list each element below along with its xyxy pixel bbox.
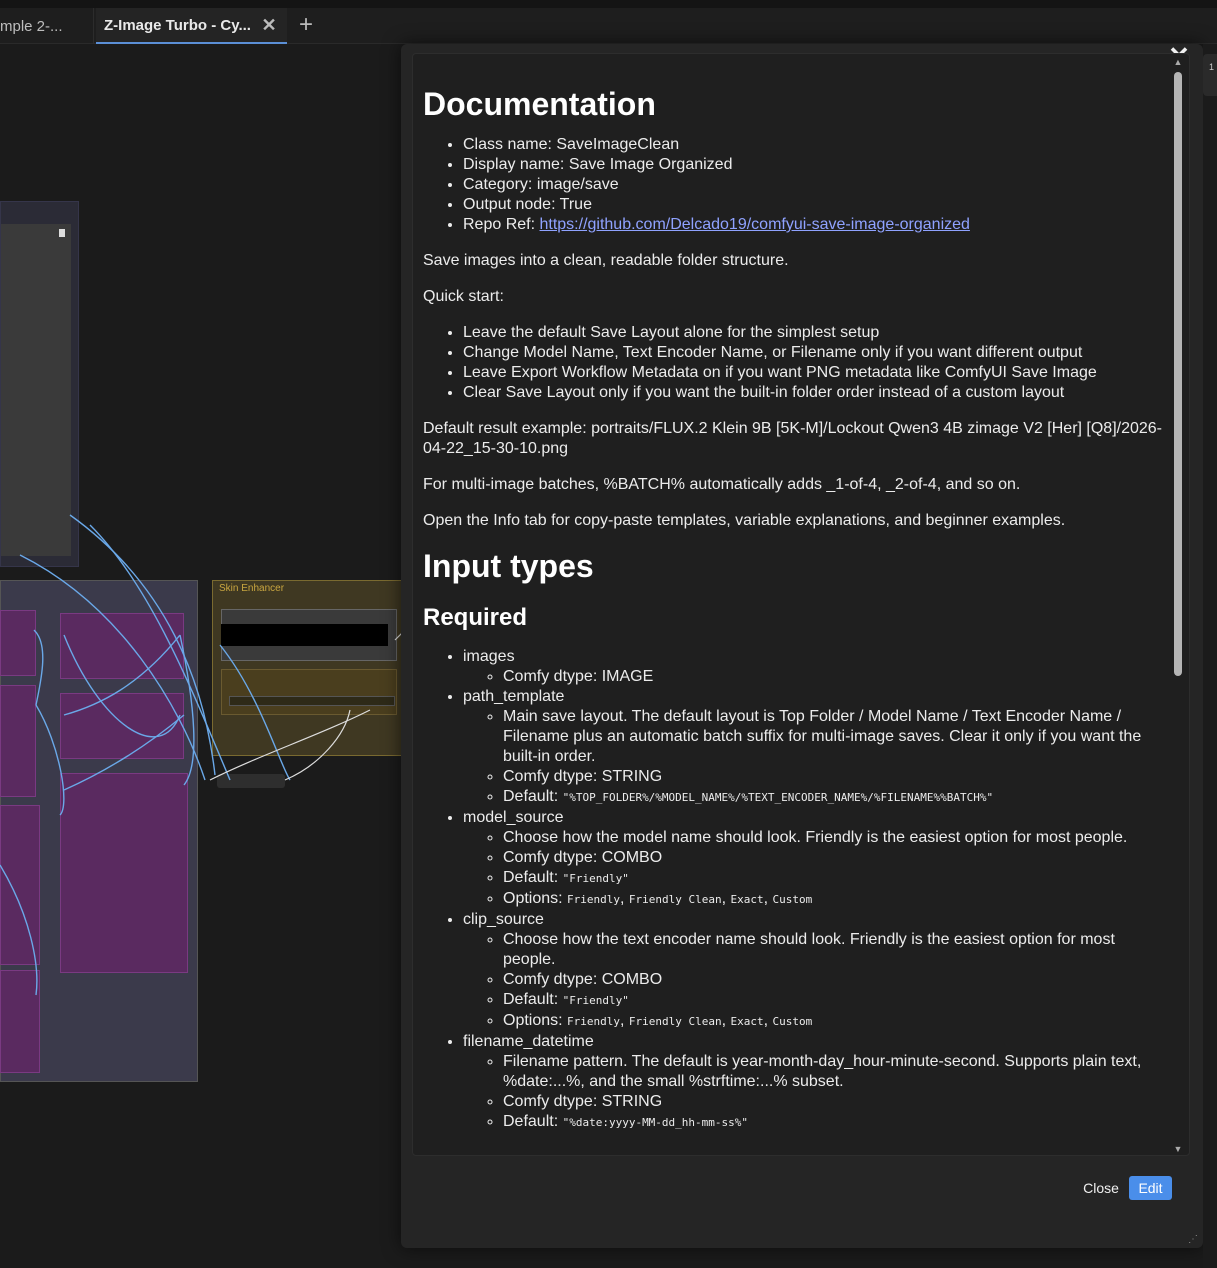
edit-button[interactable]: Edit: [1129, 1176, 1172, 1200]
quickstart-label: Quick start:: [423, 288, 504, 305]
default-label: Default:: [503, 869, 563, 886]
info-tab-text: Open the Info tab for copy-paste templat…: [423, 512, 1066, 529]
option-value: Friendly: [567, 1015, 621, 1028]
tab-label: Z-Image Turbo - Cy...: [104, 16, 251, 34]
app-root: mple 2-... Z-Image Turbo - Cy... ✕ + Ski…: [0, 0, 1217, 1268]
options-label: Options:: [503, 1012, 568, 1029]
input-item: path_template Main save layout. The defa…: [463, 687, 1168, 808]
input-details: Choose how the text encoder name should …: [463, 930, 1168, 1032]
default-value: "Friendly": [562, 872, 629, 885]
quickstart-item: Leave the default Save Layout alone for …: [463, 323, 1168, 343]
tab-label: mple 2-...: [0, 17, 63, 35]
input-list: images Comfy dtype: IMAGE path_template …: [423, 647, 1168, 1133]
side-tab-label: 1: [1209, 62, 1215, 72]
input-details: Choose how the model name should look. F…: [463, 828, 1168, 910]
workflow-tab-bar: mple 2-... Z-Image Turbo - Cy... ✕ +: [0, 8, 1217, 44]
repo-label: Repo Ref:: [463, 216, 540, 233]
quickstart-item: Clear Save Layout only if you want the b…: [463, 383, 1168, 403]
input-dtype: Comfy dtype: STRING: [503, 767, 1168, 787]
example-text: Default result example: portraits/FLUX.2…: [423, 420, 1163, 457]
default-value: "Friendly": [562, 994, 629, 1007]
input-dtype: Comfy dtype: IMAGE: [503, 667, 1168, 687]
option-value: Friendly Clean: [628, 893, 722, 906]
window-top-strip: [0, 0, 1217, 8]
quickstart-item: Change Model Name, Text Encoder Name, or…: [463, 343, 1168, 363]
input-item: model_source Choose how the model name s…: [463, 808, 1168, 910]
repo-link[interactable]: https://github.com/Delcado19/comfyui-sav…: [539, 216, 969, 233]
class-info-item: Category: image/save: [463, 175, 1168, 195]
input-description: Main save layout. The default layout is …: [503, 707, 1168, 767]
default-label: Default:: [503, 991, 563, 1008]
option-value: Exact: [730, 1015, 764, 1028]
option-value: Friendly Clean: [628, 1015, 722, 1028]
input-item: clip_source Choose how the text encoder …: [463, 910, 1168, 1032]
input-default: Default: "Friendly": [503, 990, 1168, 1011]
class-info-item: Class name: SaveImageClean: [463, 135, 1168, 155]
node-canvas[interactable]: Skin Enhancer: [0, 45, 410, 1268]
class-info-item: Repo Ref: https://github.com/Delcado19/c…: [463, 215, 1168, 235]
input-details: Filename pattern. The default is year-mo…: [463, 1052, 1168, 1133]
documentation-heading: Documentation: [423, 86, 656, 122]
input-dtype: Comfy dtype: STRING: [503, 1092, 1168, 1112]
scroll-up-arrow-icon[interactable]: ▲: [1172, 56, 1184, 68]
input-default: Default: "%TOP_FOLDER%/%MODEL_NAME%/%TEX…: [503, 787, 1168, 808]
scroll-down-arrow-icon[interactable]: ▼: [1172, 1143, 1184, 1155]
input-details: Main save layout. The default layout is …: [463, 707, 1168, 808]
class-info-item: Output node: True: [463, 195, 1168, 215]
documentation-scrollbar[interactable]: ▲ ▼: [1171, 54, 1185, 1155]
input-item: filename_datetime Filename pattern. The …: [463, 1032, 1168, 1133]
input-options: Options: Friendly, Friendly Clean, Exact…: [503, 1011, 1168, 1032]
class-info-list: Class name: SaveImageClean Display name:…: [423, 135, 1168, 235]
resize-grip-icon[interactable]: ⋰: [1188, 1234, 1198, 1245]
right-side-panel: 1: [1203, 44, 1217, 1268]
option-value: Friendly: [567, 893, 621, 906]
workflow-tab-1[interactable]: mple 2-...: [0, 8, 94, 44]
option-value: Exact: [730, 893, 764, 906]
input-description: Choose how the text encoder name should …: [503, 930, 1168, 970]
close-tab-icon[interactable]: ✕: [261, 16, 277, 34]
input-name: filename_datetime: [463, 1033, 594, 1050]
node-info-dialog: ✕ Documentation Class name: SaveImageCle…: [401, 43, 1203, 1248]
option-value: Custom: [772, 893, 813, 906]
input-dtype: Comfy dtype: COMBO: [503, 970, 1168, 990]
input-name: path_template: [463, 688, 565, 705]
default-value: "%TOP_FOLDER%/%MODEL_NAME%/%TEXT_ENCODER…: [562, 791, 994, 804]
default-label: Default:: [503, 788, 563, 805]
input-dtype: Comfy dtype: COMBO: [503, 848, 1168, 868]
quickstart-list: Leave the default Save Layout alone for …: [423, 323, 1168, 403]
default-label: Default:: [503, 1113, 563, 1130]
input-details: Comfy dtype: IMAGE: [463, 667, 1168, 687]
class-info-item: Display name: Save Image Organized: [463, 155, 1168, 175]
new-tab-icon[interactable]: +: [294, 13, 318, 38]
required-heading: Required: [423, 604, 528, 631]
input-types-heading: Input types: [423, 548, 594, 584]
close-button[interactable]: Close: [1079, 1176, 1123, 1200]
input-name: clip_source: [463, 911, 544, 928]
input-options: Options: Friendly, Friendly Clean, Exact…: [503, 889, 1168, 910]
intro-text: Save images into a clean, readable folde…: [423, 252, 789, 269]
input-name: images: [463, 648, 515, 665]
default-value: "%date:yyyy-MM-dd_hh-mm-ss%": [562, 1116, 749, 1129]
quickstart-item: Leave Export Workflow Metadata on if you…: [463, 363, 1168, 383]
input-description: Choose how the model name should look. F…: [503, 828, 1168, 848]
input-default: Default: "%date:yyyy-MM-dd_hh-mm-ss%": [503, 1112, 1168, 1133]
scrollbar-thumb[interactable]: [1174, 72, 1182, 676]
option-value: Custom: [772, 1015, 813, 1028]
input-description: Filename pattern. The default is year-mo…: [503, 1052, 1168, 1092]
input-name: model_source: [463, 809, 564, 826]
documentation-body: Documentation Class name: SaveImageClean…: [423, 82, 1168, 1149]
node-wires: [0, 514, 410, 996]
workflow-tab-active[interactable]: Z-Image Turbo - Cy... ✕: [96, 8, 287, 44]
input-default: Default: "Friendly": [503, 868, 1168, 889]
side-tab[interactable]: 1: [1203, 54, 1217, 96]
input-item: images Comfy dtype: IMAGE: [463, 647, 1168, 687]
documentation-panel[interactable]: Documentation Class name: SaveImageClean…: [412, 53, 1190, 1156]
options-label: Options:: [503, 890, 568, 907]
batch-text: For multi-image batches, %BATCH% automat…: [423, 476, 1021, 493]
